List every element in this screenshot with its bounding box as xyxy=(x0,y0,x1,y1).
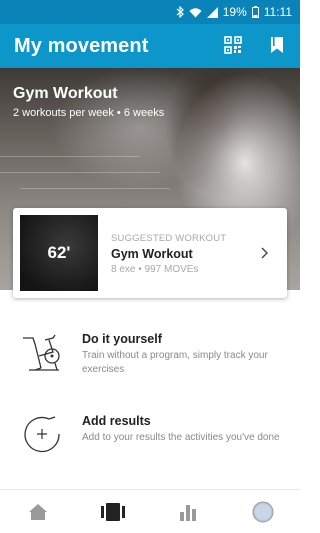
chevron-right-icon xyxy=(261,247,268,259)
wifi-icon xyxy=(189,7,202,17)
nav-workouts[interactable] xyxy=(88,490,138,533)
program-title: Gym Workout xyxy=(13,85,118,102)
bookmark-button[interactable] xyxy=(266,34,288,56)
add-results-option[interactable]: Add results Add to your results the acti… xyxy=(0,414,300,484)
home-icon xyxy=(28,503,47,520)
profile-icon xyxy=(252,501,273,522)
option-description: Train without a program, simply track yo… xyxy=(82,350,268,375)
bottom-nav xyxy=(0,489,300,533)
app-actions xyxy=(222,34,288,56)
status-bar: 19% 11:11 xyxy=(0,0,300,24)
hero-rail xyxy=(0,156,140,157)
workout-title: Gym Workout xyxy=(111,247,193,261)
do-it-yourself-option[interactable]: Do it yourself Train without a program, … xyxy=(0,332,300,402)
option-title: Add results xyxy=(82,414,151,428)
add-circle-icon xyxy=(24,416,60,453)
stats-icon xyxy=(179,504,196,521)
hero-rail xyxy=(20,188,170,189)
clock: 11:11 xyxy=(263,5,292,19)
option-title: Do it yourself xyxy=(82,332,162,346)
battery-percent: 19% xyxy=(222,5,247,19)
signal-icon xyxy=(206,6,218,18)
workout-duration: 62' xyxy=(47,243,71,262)
page-title: My movement xyxy=(14,34,149,57)
qr-code-icon xyxy=(224,36,242,54)
hero-rail xyxy=(0,172,160,173)
workout-thumbnail: 62' xyxy=(20,215,98,291)
option-description: Add to your results the activities you'v… xyxy=(82,432,280,443)
qr-code-button[interactable] xyxy=(222,34,244,56)
battery-icon xyxy=(251,6,259,18)
workouts-icon xyxy=(100,502,125,521)
app-bar: My movement xyxy=(0,24,300,68)
suggested-label: SUGGESTED WORKOUT xyxy=(111,233,227,244)
exercise-bike-icon xyxy=(23,334,60,371)
suggested-workout-card[interactable]: 62' SUGGESTED WORKOUT Gym Workout 8 exe … xyxy=(13,208,287,298)
program-schedule: 2 workouts per week • 6 weeks xyxy=(13,107,165,119)
nav-home[interactable] xyxy=(13,490,63,533)
bookmark-icon xyxy=(271,37,283,53)
workout-meta: 8 exe • 997 MOVEs xyxy=(111,264,199,275)
nav-profile[interactable] xyxy=(238,490,288,533)
bluetooth-icon xyxy=(176,6,184,18)
nav-stats[interactable] xyxy=(163,490,213,533)
